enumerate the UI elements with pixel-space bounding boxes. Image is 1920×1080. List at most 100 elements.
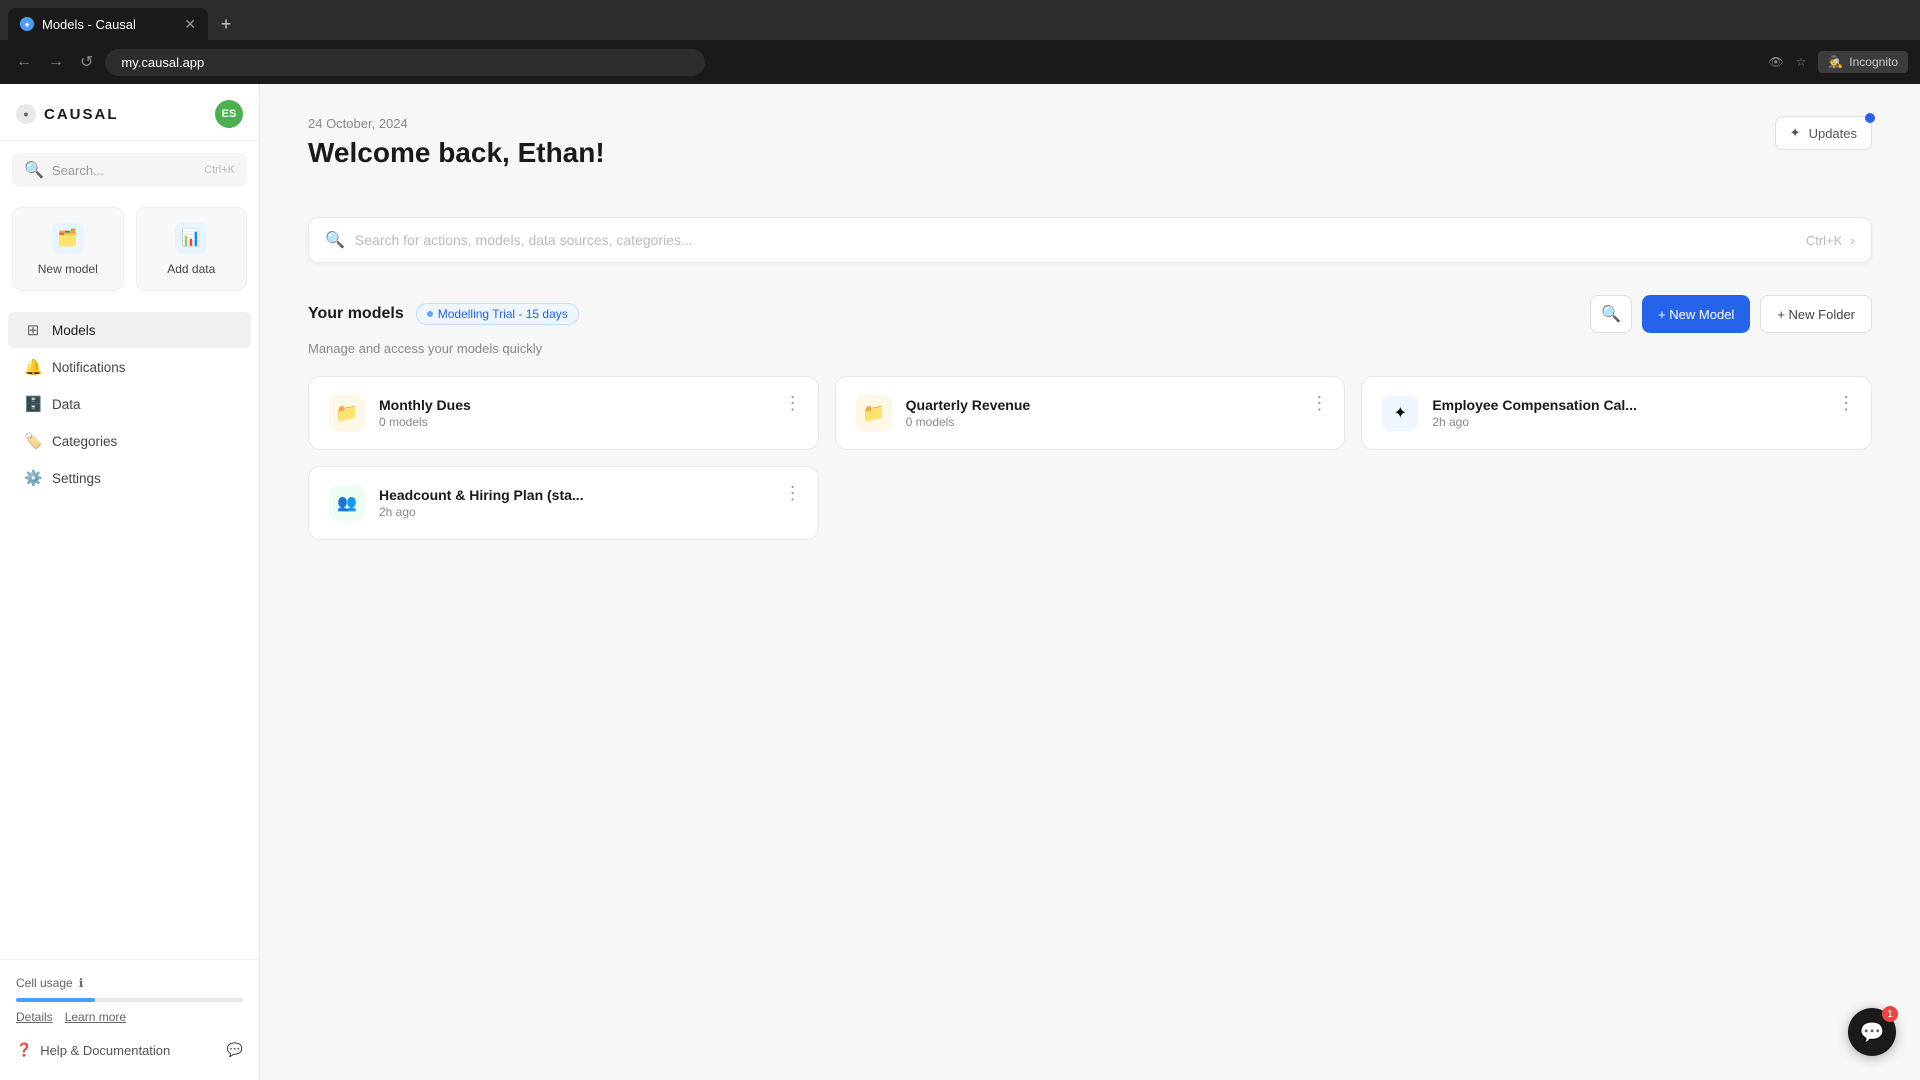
new-model-btn[interactable]: + New Model [1642,295,1750,333]
incognito-label: Incognito [1849,55,1898,69]
notifications-icon: 🔔 [24,358,42,376]
model-card-monthly-dues[interactable]: 📁 Monthly Dues 0 models ⋮ [308,376,819,450]
models-actions: 🔍 + New Model + New Folder [1590,295,1872,333]
cell-usage: Cell usage ℹ Details Learn more [16,976,243,1024]
updates-label: Updates [1809,126,1857,141]
date-text: 24 October, 2024 [308,116,605,131]
model-card-quarterly-revenue[interactable]: 📁 Quarterly Revenue 0 models ⋮ [835,376,1346,450]
bookmark-icon[interactable]: ☆ [1796,55,1807,69]
model-name: Employee Compensation Cal... [1432,397,1851,413]
model-menu-btn[interactable]: ⋮ [1306,389,1332,418]
categories-icon: 🏷️ [24,432,42,450]
active-tab[interactable]: ● Models - Causal ✕ [8,8,208,40]
folder-icon: 📁 [856,395,892,431]
models-header: Your models Modelling Trial - 15 days 🔍 … [308,295,1872,333]
details-link[interactable]: Details [16,1010,53,1024]
model-card-inner: 📁 Monthly Dues 0 models [329,395,798,431]
tab-bar: ● Models - Causal ✕ + [0,0,1920,40]
sidebar-header: ● CAUSAL ES [0,84,259,141]
model-name: Monthly Dues [379,397,798,413]
avatar[interactable]: ES [215,100,243,128]
models-nav-label: Models [52,323,96,338]
model-name: Headcount & Hiring Plan (sta... [379,487,798,503]
url-bar[interactable]: my.causal.app [105,49,705,76]
data-nav-label: Data [52,397,81,412]
main-search[interactable]: 🔍 Search for actions, models, data sourc… [308,217,1872,263]
settings-nav-label: Settings [52,471,101,486]
add-data-quick-action[interactable]: 📊 Add data [136,207,248,291]
tab-close-btn[interactable]: ✕ [184,16,196,33]
folder-icon: 📁 [329,395,365,431]
browser-chrome: ● Models - Causal ✕ + ← → ↺ my.causal.ap… [0,0,1920,84]
help-label: Help & Documentation [40,1043,170,1058]
header-row: 24 October, 2024 Welcome back, Ethan! ✦ … [308,116,1872,193]
trial-label: Modelling Trial - 15 days [438,307,568,321]
logo: ● CAUSAL [16,104,119,124]
model-menu-btn[interactable]: ⋮ [780,479,806,508]
settings-icon: ⚙️ [24,469,42,487]
sidebar-item-categories[interactable]: 🏷️ Categories [8,423,251,459]
cell-usage-label: Cell usage ℹ [16,976,243,990]
learn-more-link[interactable]: Learn more [65,1010,126,1024]
tab-label: Models - Causal [42,17,136,32]
incognito-btn[interactable]: 🕵 Incognito [1818,51,1908,73]
cell-usage-info-icon: ℹ [79,976,84,990]
chat-icon: 💬 [1860,1020,1885,1045]
address-bar-right: 👁 ☆ 🕵 Incognito [1768,51,1908,73]
new-model-icon: 🗂️ [52,222,84,254]
notifications-nav-label: Notifications [52,360,126,375]
new-model-label: New model [38,262,98,276]
sidebar-item-notifications[interactable]: 🔔 Notifications [8,349,251,385]
new-model-quick-action[interactable]: 🗂️ New model [12,207,124,291]
back-btn[interactable]: ← [12,49,36,75]
sidebar-item-settings[interactable]: ⚙️ Settings [8,460,251,496]
model-icon: ✦ [1382,395,1418,431]
logo-text: CAUSAL [44,106,119,123]
model-info: Quarterly Revenue 0 models [906,397,1325,429]
model-menu-btn[interactable]: ⋮ [780,389,806,418]
updates-btn[interactable]: ✦ Updates [1775,116,1872,150]
sidebar: ● CAUSAL ES 🔍 Search... Ctrl+K 🗂️ New mo… [0,84,260,1080]
app-wrapper: ● CAUSAL ES 🔍 Search... Ctrl+K 🗂️ New mo… [0,0,1920,1080]
sidebar-search[interactable]: 🔍 Search... Ctrl+K [12,153,247,187]
models-icon: ⊞ [24,321,42,339]
new-tab-btn[interactable]: + [212,10,240,38]
model-icon: 👥 [329,485,365,521]
model-card-headcount[interactable]: 👥 Headcount & Hiring Plan (sta... 2h ago… [308,466,819,540]
models-search-btn[interactable]: 🔍 [1590,295,1632,333]
url-text: my.causal.app [121,55,204,70]
new-folder-btn[interactable]: + New Folder [1760,295,1872,333]
model-count: 0 models [379,415,798,429]
model-menu-btn[interactable]: ⋮ [1833,389,1859,418]
models-grid: 📁 Monthly Dues 0 models ⋮ 📁 Quarterly Re… [308,376,1872,540]
main-search-icon: 🔍 [325,230,345,250]
help-documentation[interactable]: ❓ Help & Documentation 💬 [16,1036,243,1064]
sidebar-item-models[interactable]: ⊞ Models [8,312,251,348]
add-data-icon: 📊 [175,222,207,254]
cell-usage-fill [16,998,95,1002]
tab-favicon: ● [20,17,34,31]
search-placeholder: Search... [52,163,196,178]
model-card-inner: ✦ Employee Compensation Cal... 2h ago [1382,395,1851,431]
chat-icon: 💬 [227,1042,243,1058]
model-info: Headcount & Hiring Plan (sta... 2h ago [379,487,798,519]
cell-usage-bar [16,998,243,1002]
help-icon: ❓ [16,1042,32,1058]
sidebar-nav: ⊞ Models 🔔 Notifications 🗄️ Data 🏷️ Cate… [0,303,259,959]
forward-btn[interactable]: → [44,49,68,75]
address-bar: ← → ↺ my.causal.app 👁 ☆ 🕵 Incognito [0,40,1920,84]
categories-nav-label: Categories [52,434,117,449]
updates-icon: ✦ [1790,125,1801,141]
add-data-label: Add data [167,262,215,276]
sidebar-footer: Cell usage ℹ Details Learn more ❓ Help &… [0,959,259,1080]
chat-btn[interactable]: 💬 1 [1848,1008,1896,1056]
quick-actions: 🗂️ New model 📊 Add data [0,199,259,303]
logo-dot: ● [16,104,36,124]
refresh-btn[interactable]: ↺ [76,48,97,76]
model-card-inner: 👥 Headcount & Hiring Plan (sta... 2h ago [329,485,798,521]
model-card-employee-comp[interactable]: ✦ Employee Compensation Cal... 2h ago ⋮ [1361,376,1872,450]
models-section-title: Your models [308,305,404,323]
sidebar-item-data[interactable]: 🗄️ Data [8,386,251,422]
search-icon: 🔍 [24,160,44,180]
search-shortcut: Ctrl+K [1806,233,1842,248]
